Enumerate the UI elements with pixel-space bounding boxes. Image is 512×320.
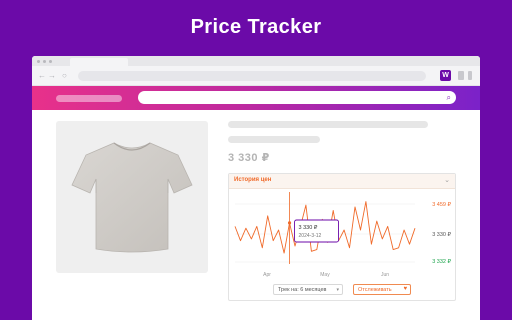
reload-icon[interactable]: ○ [62,71,67,80]
track-price-label: Отслеживать [358,287,392,293]
tooltip-price: 3 330 ₽ [299,224,318,231]
site-header: ⌕ [32,86,480,110]
period-select-label: Трек на: 6 месяцев [278,287,327,293]
browser-tab[interactable] [70,58,128,66]
hover-point [287,221,292,225]
product-price: 3 330 ₽ [228,152,270,164]
price-tracker-extension-icon[interactable]: W [440,70,451,81]
site-logo[interactable] [56,95,122,102]
period-select[interactable]: Трек на: 6 месяцев ▾ [273,284,343,295]
heart-icon: ♥ [403,286,407,292]
url-input[interactable] [78,71,426,81]
x-tick-label: Jun [381,272,389,278]
product-image-card [56,121,208,273]
x-tick-label: May [320,272,330,278]
extensions-icon[interactable] [458,71,464,80]
track-price-button[interactable]: Отслеживать ♥ [353,284,411,295]
min-price-label: 3 332 ₽ [432,258,451,265]
menu-icon[interactable] [468,71,472,80]
address-bar-row: ← → ○ W [32,66,480,86]
search-icon[interactable]: ⌕ [447,93,451,102]
chart-tooltip: 3 330 ₽ 2024-3-12 [294,219,339,243]
x-tick-label: Apr [263,272,271,278]
caret-down-icon: ▾ [336,287,339,293]
price-history-title: История цен [234,177,272,183]
site-search-input[interactable]: ⌕ [138,91,456,104]
price-history-chart: 3 459 ₽ 3 330 ₽ 3 332 ₽ Apr May Jun 3 330 ₽ 20… [234,192,451,278]
max-price-label: 3 459 ₽ [432,201,451,208]
tshirt-image [71,142,193,253]
promo-title: Price Tracker [190,16,322,38]
chart-controls: Трек на: 6 месяцев ▾ Отслеживать ♥ [229,283,455,297]
browser-window: ← → ○ W ⌕ 3 330 ₽ История цен ⌄ 3 459 ₽ … [32,56,480,320]
price-history-panel: История цен ⌄ 3 459 ₽ 3 330 ₽ 3 332 ₽ Apr Ma… [228,173,456,301]
product-title-placeholder [228,121,428,128]
tooltip-date: 2024-3-12 [299,233,322,239]
window-controls[interactable] [37,60,52,63]
arrow-right-icon[interactable]: → [48,71,56,80]
browser-tab-bar [32,56,480,66]
arrow-left-icon[interactable]: ← [38,71,46,80]
chevron-down-icon[interactable]: ⌄ [444,176,450,184]
price-history-header[interactable]: История цен ⌄ [229,174,455,189]
product-subtitle-placeholder [228,136,320,143]
current-price-label: 3 330 ₽ [432,231,451,238]
